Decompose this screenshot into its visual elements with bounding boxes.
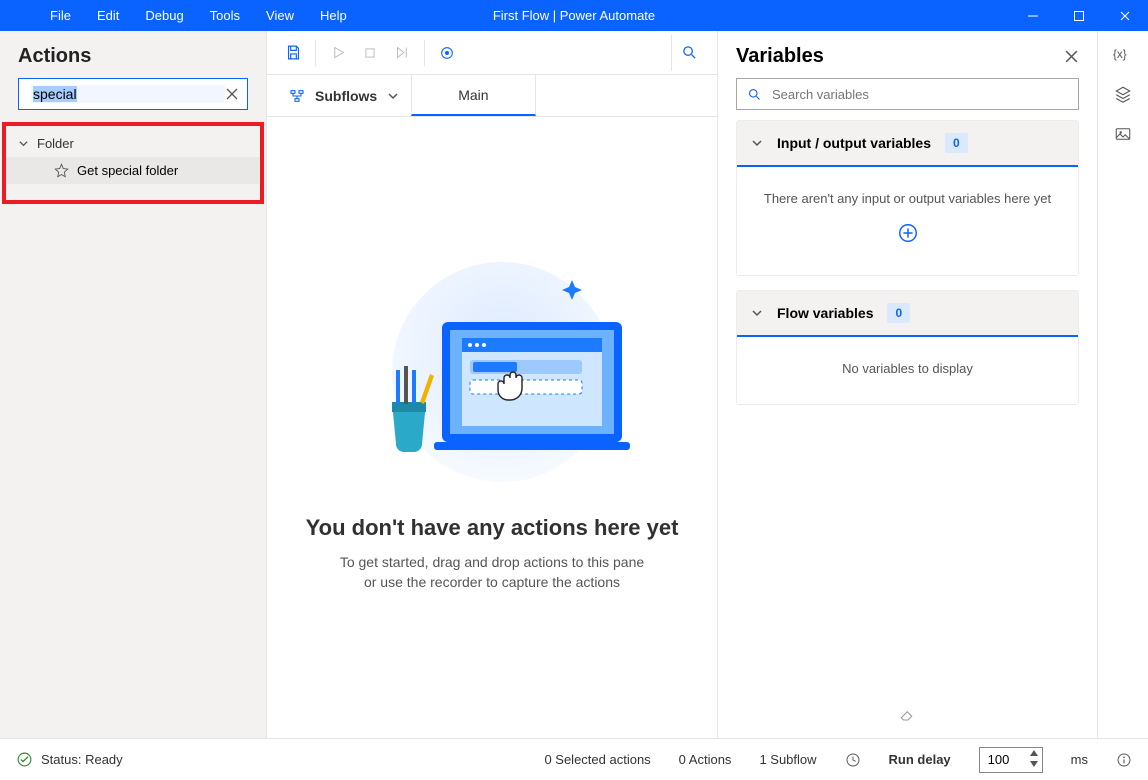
- action-get-special-folder[interactable]: Get special folder: [6, 157, 260, 184]
- actions-search[interactable]: [18, 78, 248, 110]
- variables-search[interactable]: [736, 78, 1079, 110]
- search-icon: [747, 87, 762, 102]
- subflows-button[interactable]: Subflows: [277, 75, 411, 116]
- workspace-toolbar: [267, 31, 717, 75]
- add-variable-button[interactable]: [897, 222, 919, 244]
- info-icon[interactable]: [1116, 752, 1132, 768]
- titlebar: File Edit Debug Tools View Help First Fl…: [0, 0, 1148, 31]
- star-icon: [54, 163, 69, 178]
- workspace: Subflows Main: [267, 31, 718, 738]
- clock-icon: [845, 752, 861, 768]
- menu-tools[interactable]: Tools: [200, 2, 250, 29]
- images-rail-icon[interactable]: [1114, 125, 1132, 143]
- flow-variables-message: No variables to display: [747, 361, 1068, 376]
- action-label: Get special folder: [77, 163, 178, 178]
- clear-search-icon[interactable]: [225, 87, 239, 101]
- menu-debug[interactable]: Debug: [135, 2, 193, 29]
- close-variables-icon[interactable]: [1064, 49, 1079, 64]
- actions-search-input[interactable]: [31, 85, 225, 103]
- run-delay-unit: ms: [1071, 752, 1088, 767]
- step-button[interactable]: [386, 37, 418, 69]
- tree-group-label: Folder: [37, 136, 74, 151]
- maximize-button[interactable]: [1056, 0, 1102, 31]
- recorder-button[interactable]: [431, 37, 463, 69]
- flow-variables-count: 0: [887, 303, 910, 323]
- io-variables-label: Input / output variables: [777, 135, 931, 151]
- stop-button[interactable]: [354, 37, 386, 69]
- empty-state-title: You don't have any actions here yet: [306, 515, 679, 541]
- eraser-icon[interactable]: [718, 705, 1097, 738]
- actions-count: 0 Actions: [679, 752, 732, 767]
- status-text: Status: Ready: [41, 752, 123, 767]
- io-variables-count: 0: [945, 133, 968, 153]
- close-button[interactable]: [1102, 0, 1148, 31]
- variables-panel-title: Variables: [736, 45, 824, 68]
- tree-group-folder[interactable]: Folder: [6, 126, 260, 157]
- variables-panel: Variables Input / output variables: [718, 31, 1098, 738]
- subflows-count: 1 Subflow: [759, 752, 816, 767]
- flow-variables-section: Flow variables 0 No variables to display: [736, 290, 1079, 405]
- run-delay-up[interactable]: [1027, 748, 1041, 759]
- io-variables-message: There aren't any input or output variabl…: [747, 191, 1068, 206]
- io-variables-header[interactable]: Input / output variables 0: [737, 121, 1078, 167]
- save-button[interactable]: [277, 37, 309, 69]
- tab-main[interactable]: Main: [411, 75, 535, 116]
- window-controls: [1010, 0, 1148, 31]
- empty-state-line2: or use the recorder to capture the actio…: [306, 573, 679, 593]
- actions-panel: Actions Folder Get special folder: [0, 31, 267, 738]
- run-button[interactable]: [322, 37, 354, 69]
- run-delay-label: Run delay: [889, 752, 951, 767]
- empty-state-illustration: [342, 262, 642, 482]
- right-rail: {x}: [1098, 31, 1148, 738]
- run-delay-down[interactable]: [1027, 759, 1041, 770]
- selected-actions-count: 0 Selected actions: [544, 752, 650, 767]
- variables-search-input[interactable]: [770, 86, 1068, 103]
- flow-tabs: Subflows Main: [267, 75, 717, 117]
- subflows-label: Subflows: [315, 88, 377, 104]
- actions-tree-highlight: Folder Get special folder: [2, 122, 264, 204]
- chevron-down-icon: [387, 90, 399, 102]
- menu-file[interactable]: File: [40, 2, 81, 29]
- menu-help[interactable]: Help: [310, 2, 357, 29]
- empty-state-line1: To get started, drag and drop actions to…: [306, 553, 679, 573]
- chevron-down-icon: [751, 307, 763, 319]
- svg-text:{x}: {x}: [1113, 48, 1127, 61]
- flow-variables-label: Flow variables: [777, 305, 873, 321]
- statusbar: Status: Ready 0 Selected actions 0 Actio…: [0, 738, 1148, 780]
- menu-view[interactable]: View: [256, 2, 304, 29]
- status-ok-icon: [16, 751, 33, 768]
- actions-panel-title: Actions: [0, 31, 266, 78]
- layers-rail-icon[interactable]: [1114, 85, 1132, 103]
- subflows-icon: [289, 88, 305, 104]
- io-variables-section: Input / output variables 0 There aren't …: [736, 120, 1079, 276]
- empty-state: You don't have any actions here yet To g…: [306, 262, 679, 592]
- chevron-down-icon: [751, 137, 763, 149]
- menubar: File Edit Debug Tools View Help: [40, 2, 357, 29]
- chevron-down-icon: [18, 138, 29, 149]
- flow-variables-header[interactable]: Flow variables 0: [737, 291, 1078, 337]
- minimize-button[interactable]: [1010, 0, 1056, 31]
- variables-rail-icon[interactable]: {x}: [1113, 45, 1133, 63]
- flow-canvas[interactable]: You don't have any actions here yet To g…: [267, 117, 717, 738]
- workspace-search-button[interactable]: [671, 35, 707, 71]
- menu-edit[interactable]: Edit: [87, 2, 129, 29]
